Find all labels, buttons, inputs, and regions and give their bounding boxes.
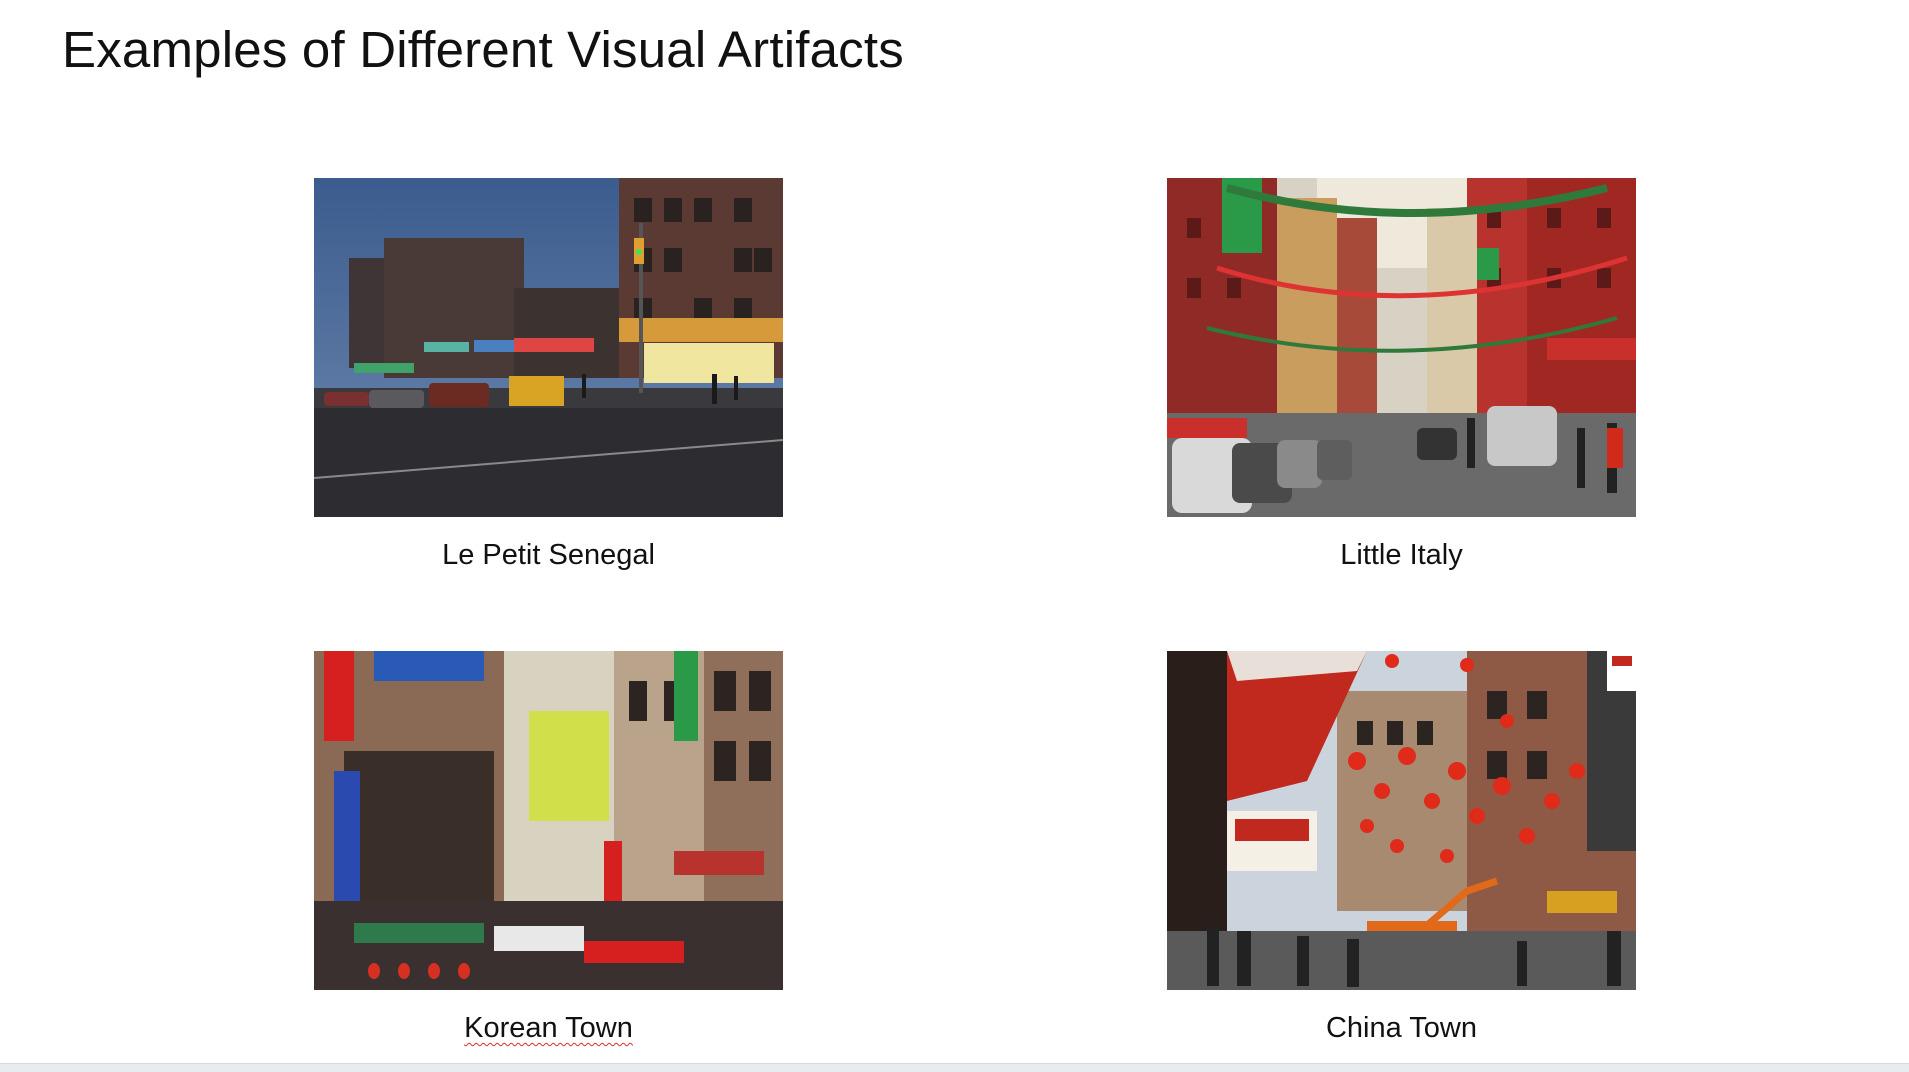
korean-town-caption: Korean Town (314, 1012, 783, 1045)
photo-card-little-italy: Little Italy (1167, 178, 1636, 572)
china-town-caption: China Town (1325, 1012, 1477, 1044)
le-petit-senegal-photo[interactable] (314, 178, 783, 517)
photo-card-korean-town: Korean Town (314, 651, 783, 1045)
little-italy-caption: Little Italy (1340, 539, 1463, 571)
little-italy-photo[interactable] (1167, 178, 1636, 517)
photo-card-china-town: China Town (1167, 651, 1636, 1045)
korean-town-caption-text: Korean Town (464, 1012, 633, 1044)
le-petit-senegal-caption: Le Petit Senegal (442, 539, 655, 571)
china-town-photo[interactable] (1167, 651, 1636, 990)
presentation-slide: Examples of Different Visual Artifacts L… (0, 0, 1909, 1063)
photo-card-le-petit-senegal: Le Petit Senegal (314, 178, 783, 572)
korean-town-photo[interactable] (314, 651, 783, 990)
slide-title: Examples of Different Visual Artifacts (62, 21, 904, 78)
